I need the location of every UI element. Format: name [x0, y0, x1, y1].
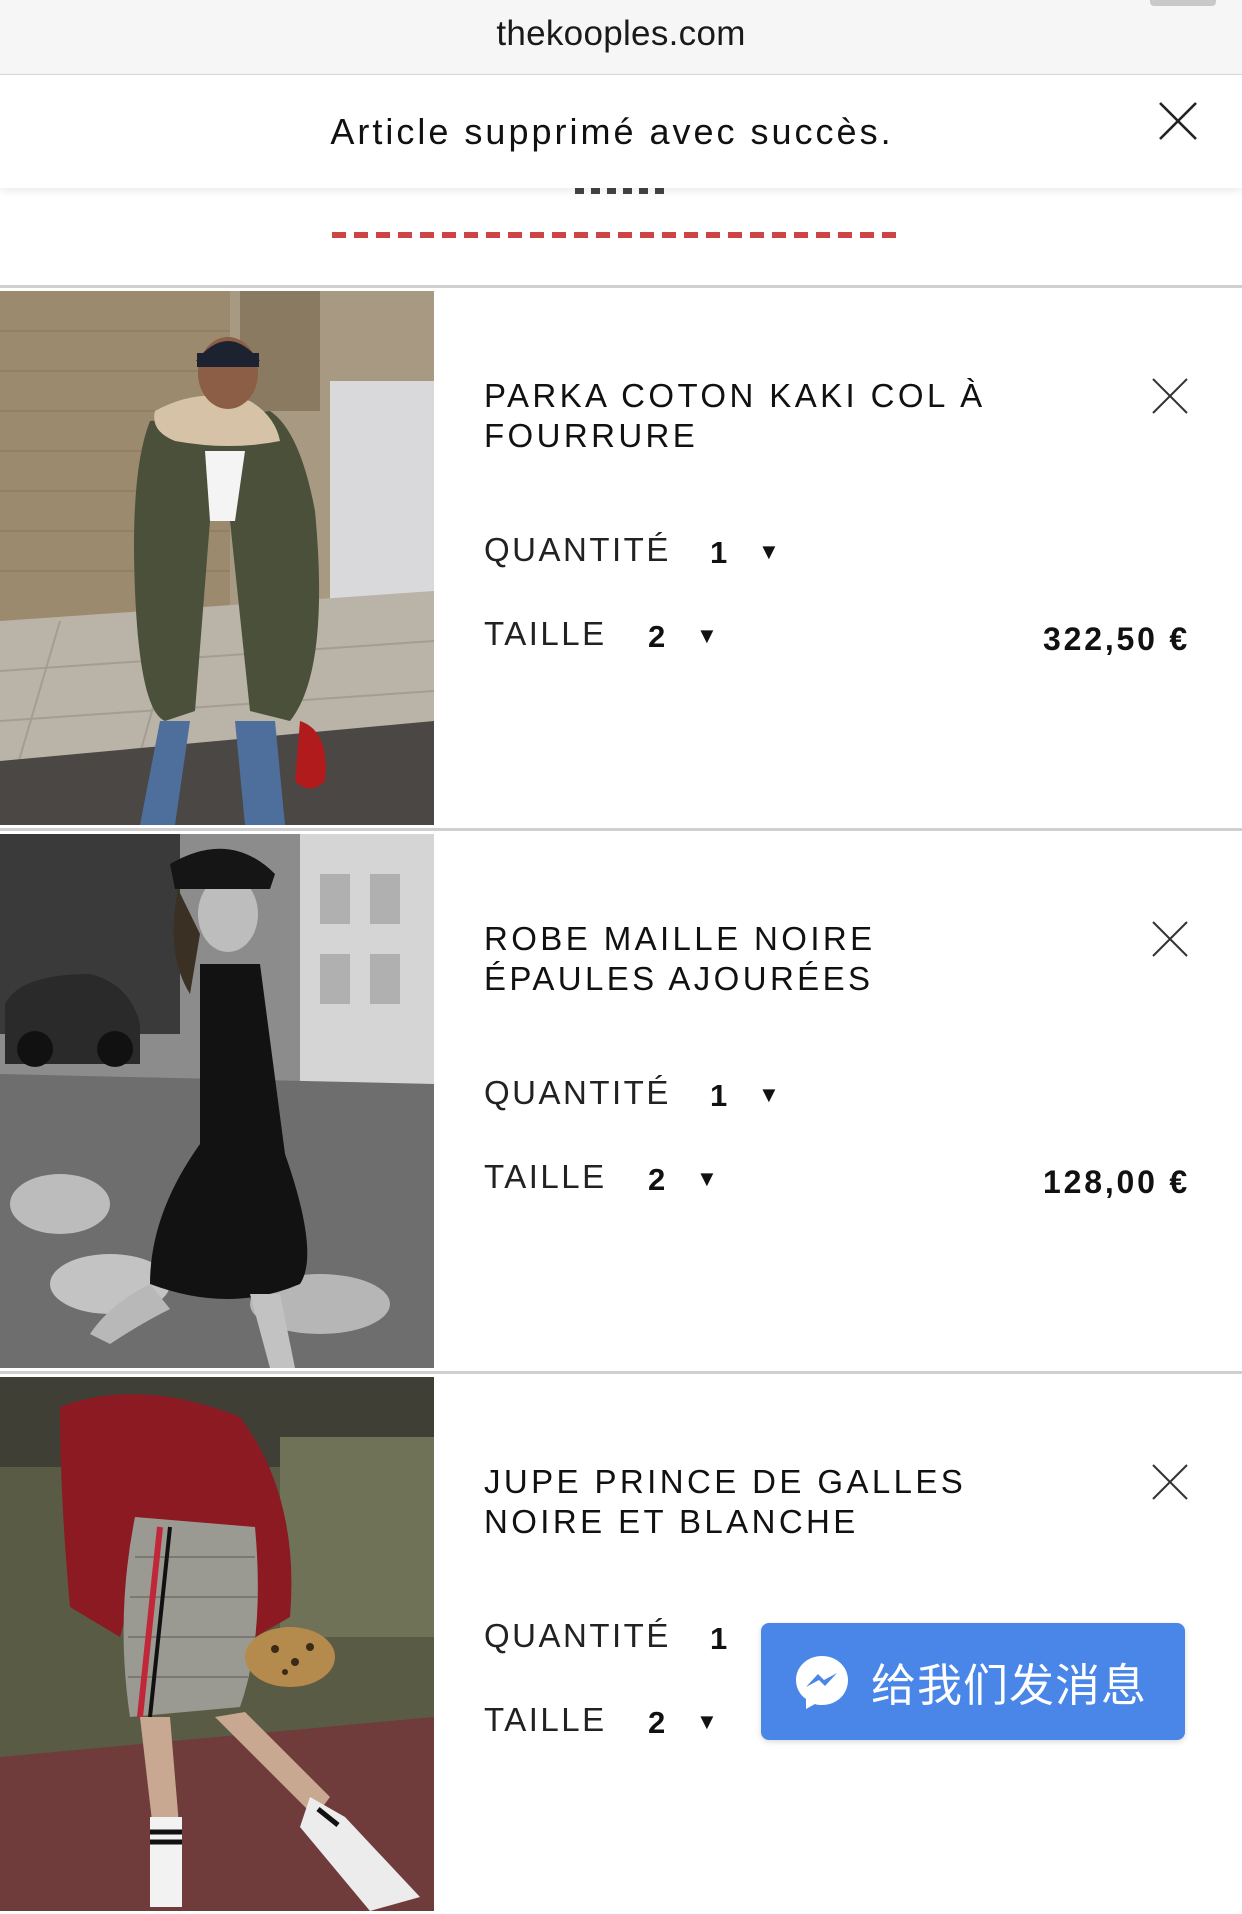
size-select[interactable]: 2 — [648, 619, 668, 655]
messenger-icon — [796, 1655, 848, 1709]
close-icon[interactable] — [1154, 97, 1202, 145]
caret-down-icon[interactable]: ▼ — [696, 623, 720, 649]
quantity-label: QUANTITÉ — [484, 1074, 671, 1111]
quantity-select[interactable]: 1 — [710, 1078, 730, 1114]
size-label: TAILLE — [484, 615, 607, 652]
remove-item-icon[interactable] — [1150, 1462, 1190, 1502]
size-label: TAILLE — [484, 1158, 607, 1195]
notification-message: Article supprimé avec succès. — [330, 110, 894, 152]
cart-item: ROBE MAILLE NOIRE ÉPAULES AJOURÉES QUANT… — [0, 828, 1242, 1371]
browser-url-bar[interactable]: thekooples.com — [0, 0, 1242, 75]
product-image-skirt[interactable] — [0, 1377, 434, 1911]
url-text[interactable]: thekooples.com — [496, 14, 745, 54]
quantity-select[interactable]: 1 — [710, 535, 730, 571]
product-name[interactable]: ROBE MAILLE NOIRE ÉPAULES AJOURÉES — [484, 919, 1004, 999]
bar-handle — [1150, 0, 1216, 6]
product-image-parka[interactable] — [0, 291, 434, 825]
quantity-label: QUANTITÉ — [484, 1617, 671, 1654]
size-row: TAILLE 2 ▼ — [484, 1701, 718, 1740]
remove-item-icon[interactable] — [1150, 919, 1190, 959]
size-label: TAILLE — [484, 1701, 607, 1738]
quantity-row: QUANTITÉ 1 ▼ — [484, 1617, 780, 1656]
caret-down-icon[interactable]: ▼ — [758, 539, 782, 565]
success-notification: Article supprimé avec succès. — [0, 75, 1242, 188]
quantity-row: QUANTITÉ 1 ▼ — [484, 531, 780, 570]
cart-item: PARKA COTON KAKI COL À FOURRURE QUANTITÉ… — [0, 285, 1242, 828]
product-image-dress[interactable] — [0, 834, 434, 1368]
size-select[interactable]: 2 — [648, 1162, 668, 1198]
size-row: TAILLE 2 ▼ — [484, 1158, 718, 1197]
caret-down-icon[interactable]: ▼ — [696, 1166, 720, 1192]
caret-down-icon[interactable]: ▼ — [758, 1082, 782, 1108]
remove-item-icon[interactable] — [1150, 376, 1190, 416]
product-name[interactable]: JUPE PRINCE DE GALLES NOIRE ET BLANCHE — [484, 1462, 1004, 1542]
size-select[interactable]: 2 — [648, 1705, 668, 1741]
item-price: 128,00 € — [1043, 1164, 1190, 1200]
messenger-label: 给我们发消息 — [871, 1659, 1148, 1712]
cart-item-details: PARKA COTON KAKI COL À FOURRURE QUANTITÉ… — [484, 288, 1242, 828]
product-name[interactable]: PARKA COTON KAKI COL À FOURRURE — [484, 376, 1004, 456]
messenger-chat-button[interactable]: 给我们发消息 — [761, 1623, 1185, 1740]
caret-down-icon[interactable]: ▼ — [696, 1709, 720, 1735]
hidden-promo-text — [332, 232, 902, 239]
quantity-select[interactable]: 1 — [710, 1621, 730, 1657]
quantity-row: QUANTITÉ 1 ▼ — [484, 1074, 780, 1113]
item-price: 322,50 € — [1043, 621, 1190, 657]
size-row: TAILLE 2 ▼ — [484, 615, 718, 654]
cart-item-details: ROBE MAILLE NOIRE ÉPAULES AJOURÉES QUANT… — [484, 831, 1242, 1371]
quantity-label: QUANTITÉ — [484, 531, 671, 568]
